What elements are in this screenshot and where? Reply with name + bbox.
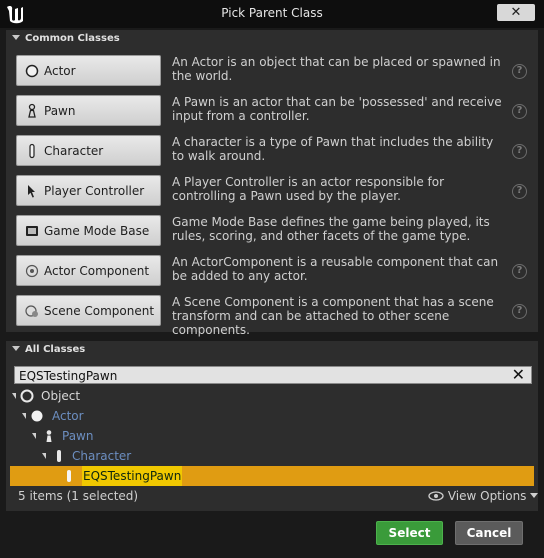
window-title: Pick Parent Class [221,6,323,20]
player-controller-icon [28,185,35,198]
item-count-status: 5 items (1 selected) [18,489,139,503]
player-controller-button-label: Player Controller [44,184,145,198]
scene-component-icon [25,305,38,317]
help-icon[interactable]: ? [512,104,527,119]
player-controller-description: A Player Controller is an actor responsi… [172,175,445,203]
cancel-button[interactable]: Cancel [455,521,523,545]
all-classes-header[interactable]: All Classes [6,342,538,358]
class-row-player-controller: Player Controller A Player Controller is… [6,171,532,211]
class-row-actor-component: Actor Component An ActorComponent is a r… [6,251,532,291]
actor-sphere-icon [25,64,39,78]
common-classes-panel: Common Classes Actor An Actor is an obje… [6,30,538,337]
clear-search-icon[interactable]: ✕ [512,366,525,384]
select-button[interactable]: Select [376,521,443,545]
help-icon[interactable]: ? [512,264,527,279]
character-icon [67,470,71,482]
actor-component-icon [25,264,39,278]
actor-component-button[interactable]: Actor Component [16,255,161,286]
tree-item-label: Character [72,449,132,463]
tree-item-actor[interactable]: Actor [10,406,210,426]
help-icon[interactable]: ? [512,144,527,159]
class-row-pawn: Pawn A Pawn is an actor that can be 'pos… [6,91,532,131]
help-icon[interactable]: ? [512,64,527,79]
game-mode-base-button-label: Game Mode Base [44,224,150,238]
view-options-button[interactable]: View Options [428,489,539,503]
scene-component-button[interactable]: Scene Component [16,295,161,326]
game-mode-icon [26,226,38,236]
character-icon [29,143,35,159]
actor-component-button-label: Actor Component [44,264,150,278]
chevron-down-icon [530,493,539,498]
collapse-arrow-icon [12,346,20,351]
collapse-arrow-icon [12,35,20,40]
tree-item-label: Actor [52,409,84,423]
tree-item-pawn[interactable]: Pawn [10,426,210,446]
pawn-button[interactable]: Pawn [16,95,161,126]
game-mode-base-description: Game Mode Base defines the game being pl… [172,215,490,243]
tree-item-object[interactable]: Object [10,386,210,406]
class-row-game-mode-base: Game Mode Base Game Mode Base defines th… [6,211,532,251]
common-classes-title: Common Classes [25,33,120,44]
pawn-button-label: Pawn [44,104,76,118]
class-search-box[interactable]: ✕ [14,366,532,384]
pawn-icon [28,103,36,118]
class-row-scene-component: Scene Component A Scene Component is a c… [6,291,532,337]
object-icon [20,389,34,403]
player-controller-button[interactable]: Player Controller [16,175,161,206]
expand-arrow-icon[interactable] [32,433,36,439]
class-search-input[interactable] [19,368,499,383]
help-icon[interactable]: ? [512,184,527,199]
class-row-actor: Actor An Actor is an object that can be … [6,51,532,91]
actor-sphere-icon [31,410,43,422]
game-mode-base-button[interactable]: Game Mode Base [16,215,161,246]
help-icon[interactable]: ? [512,304,527,319]
all-classes-title: All Classes [25,344,86,355]
character-icon [57,450,61,462]
scene-component-button-label: Scene Component [44,304,155,318]
character-button-label: Character [44,144,104,158]
tree-item-label: Pawn [62,429,94,443]
class-row-character: Character A character is a type of Pawn … [6,131,532,171]
title-bar: Pick Parent Class ✕ [0,0,544,28]
pawn-description: A Pawn is an actor that can be 'possesse… [172,95,502,123]
pawn-icon [46,430,52,442]
character-description: A character is a type of Pawn that inclu… [172,135,494,163]
expand-arrow-icon[interactable] [12,393,16,399]
expand-arrow-icon[interactable] [42,453,46,459]
character-button[interactable]: Character [16,135,161,166]
view-options-label: View Options [447,489,527,503]
eye-icon [428,491,444,501]
actor-component-description: An ActorComponent is a reusable componen… [172,255,499,283]
actor-button-label: Actor [44,64,76,78]
actor-button[interactable]: Actor [16,55,161,86]
tree-item-eqstestingpawn[interactable]: EQSTestingPawn [10,466,534,486]
close-button[interactable]: ✕ [497,4,535,21]
expand-arrow-icon[interactable] [22,413,26,419]
common-classes-header[interactable]: Common Classes [6,31,538,47]
scene-component-description: A Scene Component is a component that ha… [172,295,494,337]
tree-item-label: EQSTestingPawn [82,466,183,486]
tree-item-character[interactable]: Character [10,446,210,466]
tree-item-label: Object [41,389,81,403]
actor-description: An Actor is an object that can be placed… [172,55,501,83]
